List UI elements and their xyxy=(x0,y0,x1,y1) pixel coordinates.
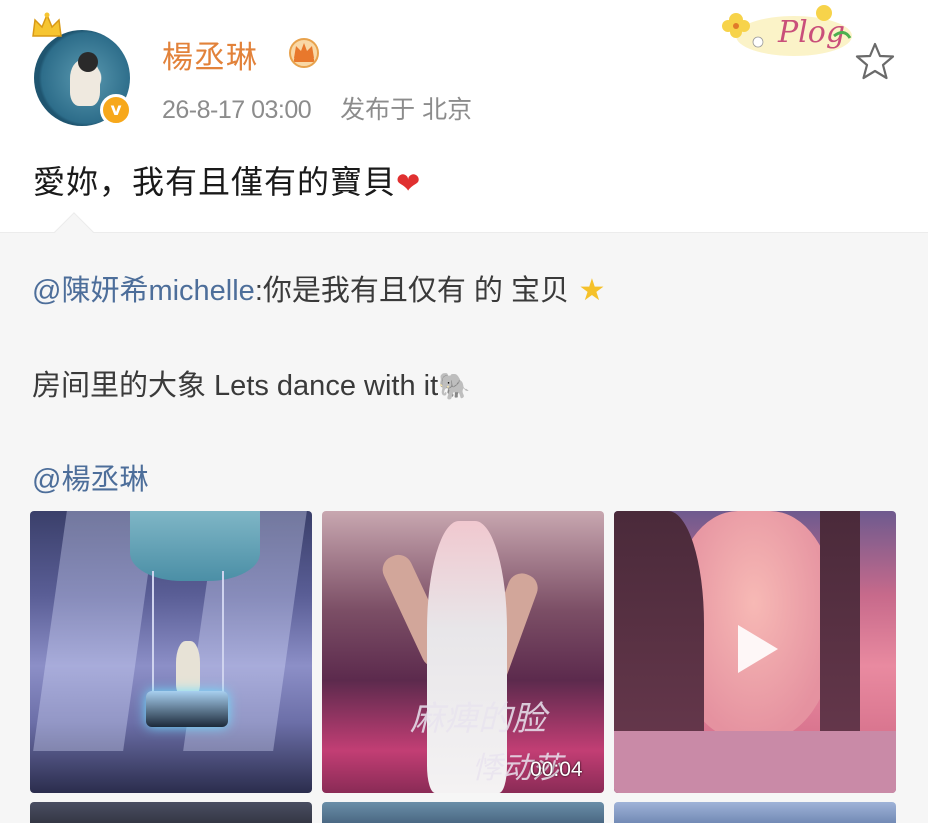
avatar-hair xyxy=(78,52,98,72)
media-thumbnail-row2-1[interactable] xyxy=(30,802,312,823)
media-thumbnail-stage[interactable] xyxy=(30,511,312,793)
repost-quote: :你是我有且仅有 的 宝贝 xyxy=(254,275,569,307)
verified-badge-icon: v xyxy=(100,94,132,126)
repost-text-line-2: 房间里的大象 Lets dance with it🐘 xyxy=(32,362,471,404)
repost-text-line-1: @陳妍希michelle:你是我有且仅有 的 宝贝 ★ xyxy=(32,267,605,309)
elephant-emoji-icon: 🐘 xyxy=(438,372,471,402)
media-thumbnail-row2-2[interactable] xyxy=(322,802,604,823)
repost-body: 房间里的大象 Lets dance with it xyxy=(32,370,439,402)
post-text: 愛妳，我有且僅有的寶貝❤ xyxy=(33,157,421,203)
post-text-content: 愛妳，我有且僅有的寶貝 xyxy=(33,164,397,200)
plog-badge: Plog xyxy=(722,5,852,56)
star-emoji-icon: ★ xyxy=(568,273,606,308)
swing-rope xyxy=(222,571,224,701)
author-name[interactable]: 楊丞琳 xyxy=(162,32,258,77)
video-duration: 00:04 xyxy=(530,758,583,781)
media-thumbnail-row2-3[interactable] xyxy=(614,802,896,823)
repost-text-line-3: @楊丞琳 xyxy=(32,456,148,498)
media-thumbnail-selfie-video[interactable] xyxy=(614,511,896,793)
post-location: 发布于 北京 xyxy=(340,96,473,124)
vip-crown-icon[interactable] xyxy=(286,34,322,68)
video-caption-1: 麻痺的脸 xyxy=(410,699,546,739)
play-icon[interactable] xyxy=(732,621,782,677)
mention-link[interactable]: @陳妍希michelle xyxy=(32,275,255,307)
crown-icon xyxy=(32,12,62,37)
swing-platform xyxy=(146,691,228,727)
heart-emoji-icon: ❤ xyxy=(396,166,422,200)
performer xyxy=(176,641,200,695)
favorite-star-icon[interactable] xyxy=(854,40,896,82)
mention-link[interactable]: @楊丞琳 xyxy=(32,464,148,496)
plog-badge-text: Plog xyxy=(777,15,845,50)
shirt xyxy=(614,731,896,793)
media-thumbnail-dance-video[interactable]: 麻痺的脸 悸动莎 00:04 xyxy=(322,511,604,793)
stage-curtain xyxy=(130,511,260,581)
post-meta: 26-8-17 03:00 发布于 北京 xyxy=(162,90,472,126)
swing-rope xyxy=(152,571,154,701)
author-avatar-group[interactable]: v xyxy=(30,12,134,132)
post-timestamp[interactable]: 26-8-17 03:00 xyxy=(162,96,312,124)
post-card: v 楊丞琳 26-8-17 03:00 发布于 北京 Plog 愛妳，我有且僅有… xyxy=(0,0,928,232)
